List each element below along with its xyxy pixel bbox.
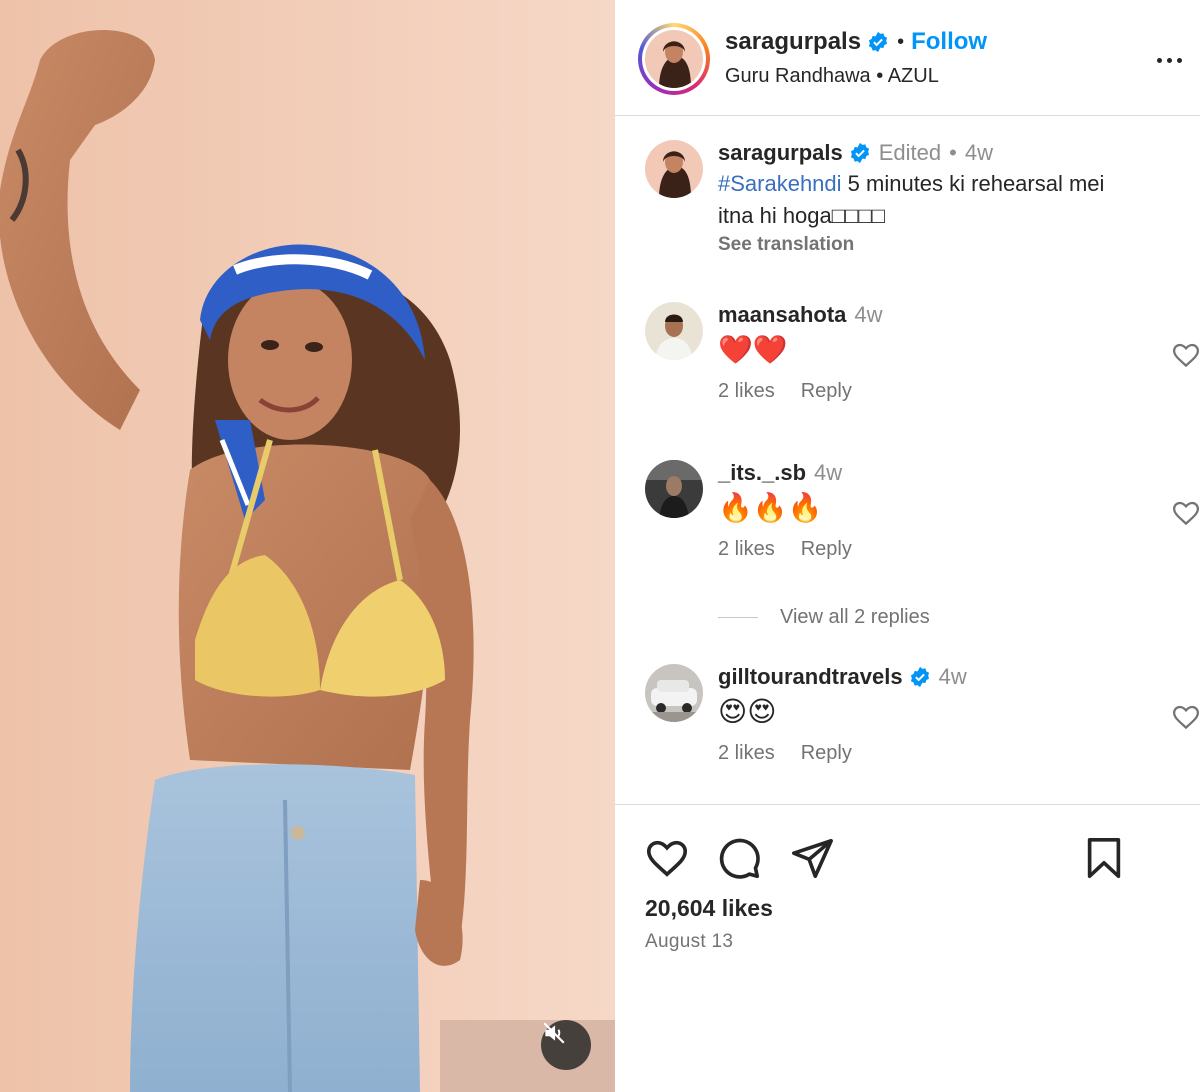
caption-avatar-image xyxy=(645,140,703,198)
comment-likes[interactable]: 2 likes xyxy=(718,742,775,765)
comment-username[interactable]: _its._.sb xyxy=(718,460,806,486)
like-comment-heart-icon[interactable] xyxy=(1171,498,1200,528)
share-icon[interactable] xyxy=(789,835,835,881)
comment-age[interactable]: 4w xyxy=(814,460,842,486)
comment-age[interactable]: 4w xyxy=(939,664,967,690)
post-panel: saragurpals • Follow Guru Randhawa • AZU… xyxy=(615,0,1200,1092)
view-replies-button[interactable]: View all 2 replies xyxy=(718,606,930,629)
more-options-icon[interactable] xyxy=(1157,50,1193,70)
comment-reply-button[interactable]: Reply xyxy=(801,380,852,403)
comment-item: _its._.sb 4w 🔥🔥🔥 2 likes Reply xyxy=(645,460,1200,580)
follow-button[interactable]: Follow xyxy=(911,28,987,56)
comment-age[interactable]: 4w xyxy=(854,302,882,328)
post-header: saragurpals • Follow Guru Randhawa • AZU… xyxy=(615,0,1200,116)
comment-avatar-image xyxy=(645,664,703,722)
header-separator: • xyxy=(897,30,905,53)
audio-artist[interactable]: Guru Randhawa xyxy=(725,65,871,87)
post-date[interactable]: August 13 xyxy=(645,931,733,953)
mute-button[interactable] xyxy=(541,1020,591,1070)
caption-line-2: itna hi hoga□□□□ xyxy=(718,203,885,228)
comment-item: gilltourandtravels 4w 😍😍 2 likes Reply xyxy=(645,664,1200,784)
verified-badge-icon xyxy=(869,31,888,53)
heart-icon[interactable] xyxy=(644,835,690,881)
comment-avatar[interactable] xyxy=(645,302,703,360)
author-avatar-image xyxy=(645,30,703,88)
verified-badge-icon xyxy=(850,142,869,164)
author-avatar[interactable] xyxy=(638,23,710,95)
see-translation-link[interactable]: See translation xyxy=(718,234,1178,256)
verified-badge-icon xyxy=(910,666,929,688)
comment-username[interactable]: gilltourandtravels xyxy=(718,664,903,690)
audio-info[interactable]: Guru Randhawa • AZUL xyxy=(725,65,939,88)
caption-age[interactable]: 4w xyxy=(965,140,993,166)
post-like-count[interactable]: 20,604 likes xyxy=(645,895,773,922)
caption-username[interactable]: saragurpals xyxy=(718,140,843,166)
comment-username[interactable]: maansahota xyxy=(718,302,846,328)
bookmark-icon[interactable] xyxy=(1081,835,1127,881)
mute-icon xyxy=(543,1022,565,1044)
comment-text: 🔥🔥🔥 xyxy=(718,492,823,523)
audio-title[interactable]: AZUL xyxy=(888,65,939,87)
comment-text: 😍😍 xyxy=(718,696,777,727)
comment-item: maansahota 4w ❤️❤️ 2 likes Reply xyxy=(645,302,1200,422)
like-comment-heart-icon[interactable] xyxy=(1171,340,1200,370)
post-caption: saragurpals Edited • 4w #Sarakehndi 5 mi… xyxy=(645,140,1195,270)
author-username[interactable]: saragurpals xyxy=(725,28,861,56)
comment-avatar[interactable] xyxy=(645,664,703,722)
caption-text: #Sarakehndi 5 minutes ki rehearsal mei i… xyxy=(718,168,1178,232)
caption-hashtag[interactable]: #Sarakehndi xyxy=(718,171,842,196)
like-comment-heart-icon[interactable] xyxy=(1171,702,1200,732)
audio-separator: • xyxy=(876,65,884,87)
comment-avatar-image xyxy=(645,460,703,518)
comment-likes[interactable]: 2 likes xyxy=(718,380,775,403)
author-name-row: saragurpals • Follow xyxy=(725,28,987,56)
comment-likes[interactable]: 2 likes xyxy=(718,538,775,561)
caption-avatar[interactable] xyxy=(645,140,703,198)
caption-line-1: 5 minutes ki rehearsal mei xyxy=(841,171,1105,196)
comment-reply-button[interactable]: Reply xyxy=(801,742,852,765)
post-photo xyxy=(0,0,615,1092)
post-media[interactable] xyxy=(0,0,615,1092)
comment-avatar[interactable] xyxy=(645,460,703,518)
caption-edited: Edited xyxy=(878,140,942,165)
comment-avatar-image xyxy=(645,302,703,360)
post-footer: 20,604 likes August 13 xyxy=(615,804,1200,1092)
comment-text: ❤️❤️ xyxy=(718,334,788,365)
caption-separator: • xyxy=(949,140,957,165)
comment-icon[interactable] xyxy=(716,835,762,881)
replies-divider xyxy=(718,617,758,618)
comment-reply-button[interactable]: Reply xyxy=(801,538,852,561)
view-replies-label[interactable]: View all 2 replies xyxy=(780,606,930,629)
